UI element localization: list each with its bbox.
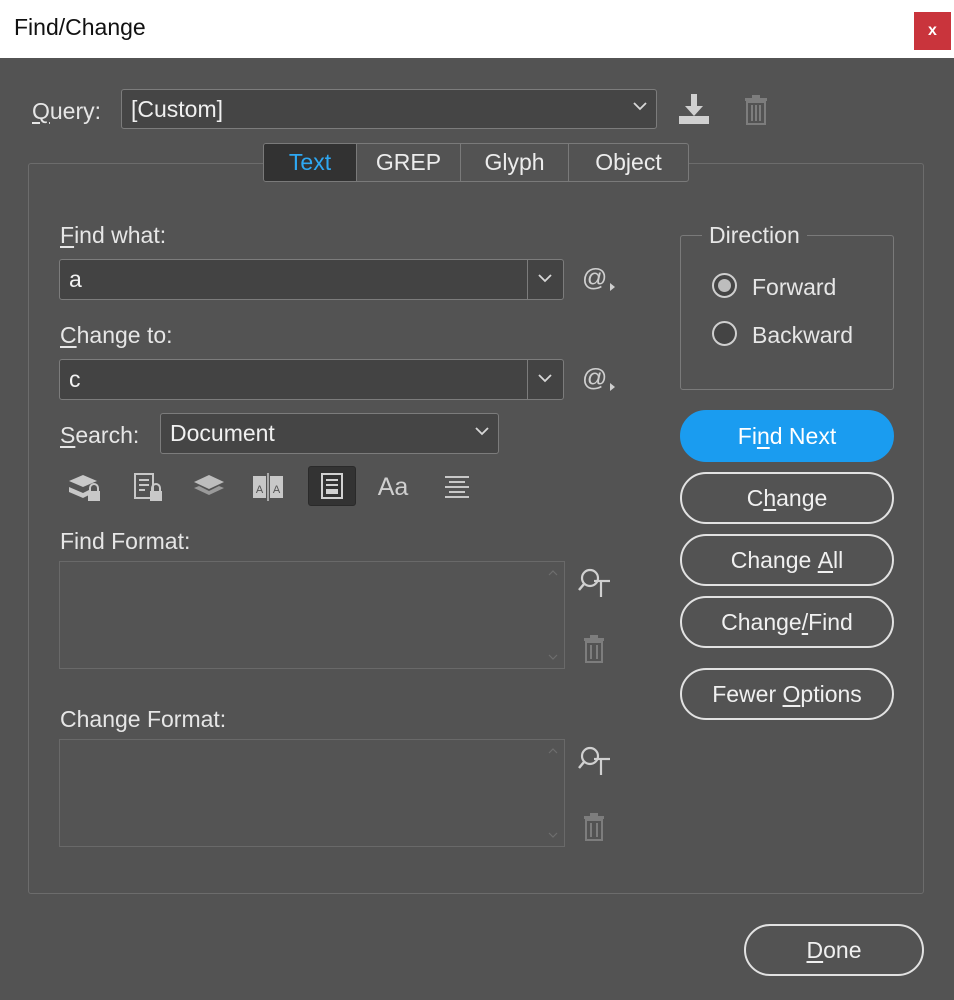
backward-radio[interactable] — [712, 321, 737, 346]
scroll-up-icon[interactable] — [548, 568, 558, 578]
forward-radio[interactable] — [712, 273, 737, 298]
search-scope-dropdown[interactable]: Document — [160, 413, 499, 454]
save-query-icon[interactable] — [676, 92, 712, 128]
tab-glyph[interactable]: Glyph — [461, 144, 569, 181]
change-button[interactable]: Ch ange — [680, 472, 894, 524]
tab-text[interactable]: Text — [264, 144, 357, 181]
change-all-button[interactable]: Change All — [680, 534, 894, 586]
clear-find-format-icon[interactable] — [576, 631, 612, 667]
query-value: [Custom] — [131, 95, 224, 122]
direction-group — [680, 235, 894, 390]
specify-find-format-icon[interactable] — [576, 565, 612, 601]
search-label: Search: — [60, 422, 140, 448]
change-to-input[interactable]: c — [59, 359, 564, 400]
direction-title: Direction — [702, 222, 807, 249]
include-locked-stories-icon[interactable] — [127, 467, 169, 507]
find-what-value: a — [69, 266, 82, 292]
delete-query-icon[interactable] — [738, 92, 774, 128]
scroll-down-icon[interactable] — [548, 830, 558, 840]
tab-object[interactable]: Object — [569, 144, 688, 181]
query-label: Query: — [32, 98, 102, 124]
change-to-label: Change to: — [60, 322, 173, 348]
combo-separator — [527, 260, 528, 299]
scroll-up-icon[interactable] — [548, 746, 558, 756]
find-format-label: Find Format: — [60, 528, 191, 554]
scroll-down-icon[interactable] — [548, 652, 558, 662]
find-next-button[interactable]: Fi n d Next — [680, 410, 894, 462]
case-sensitive-icon[interactable]: Aa — [372, 467, 414, 507]
include-footnotes-icon[interactable] — [308, 466, 356, 506]
chevron-down-icon[interactable] — [537, 370, 553, 386]
tab-grep[interactable]: GREP — [357, 144, 461, 181]
change-format-box[interactable] — [59, 739, 565, 847]
chevron-down-icon[interactable] — [537, 270, 553, 286]
find-what-input[interactable]: a — [59, 259, 564, 300]
change-to-value: c — [69, 366, 81, 392]
query-dropdown[interactable]: [Custom] — [121, 89, 657, 129]
fewer-options-button[interactable]: Fewer Options — [680, 668, 894, 720]
search-scope-value: Document — [170, 420, 275, 446]
forward-label[interactable]: Forward — [752, 274, 836, 301]
chevron-down-icon — [633, 102, 647, 111]
svg-text:A: A — [273, 484, 281, 496]
include-locked-layers-icon[interactable] — [64, 467, 106, 507]
include-master-pages-icon[interactable]: A A — [247, 467, 289, 507]
chevron-down-icon — [475, 426, 489, 435]
change-find-button[interactable]: Change / Find — [680, 596, 894, 648]
clear-change-format-icon[interactable] — [576, 809, 612, 845]
combo-separator — [527, 360, 528, 399]
whole-word-icon[interactable] — [436, 467, 478, 507]
close-button[interactable]: x — [914, 12, 951, 50]
svg-text:A: A — [256, 484, 264, 496]
special-characters-change-icon[interactable]: @ — [582, 364, 618, 394]
window-title: Find/Change — [14, 14, 146, 40]
title-bar: Find/Change x — [0, 0, 954, 58]
specify-change-format-icon[interactable] — [576, 743, 612, 779]
done-button[interactable]: Done — [744, 924, 924, 976]
change-format-label: Change Format: — [60, 706, 227, 732]
backward-label[interactable]: Backward — [752, 322, 853, 349]
special-characters-find-icon[interactable]: @ — [582, 264, 618, 294]
include-hidden-layers-icon[interactable] — [188, 467, 230, 507]
find-what-label: Find what: — [60, 222, 167, 248]
find-format-box[interactable] — [59, 561, 565, 669]
tab-bar: Text GREP Glyph Object — [263, 143, 689, 182]
